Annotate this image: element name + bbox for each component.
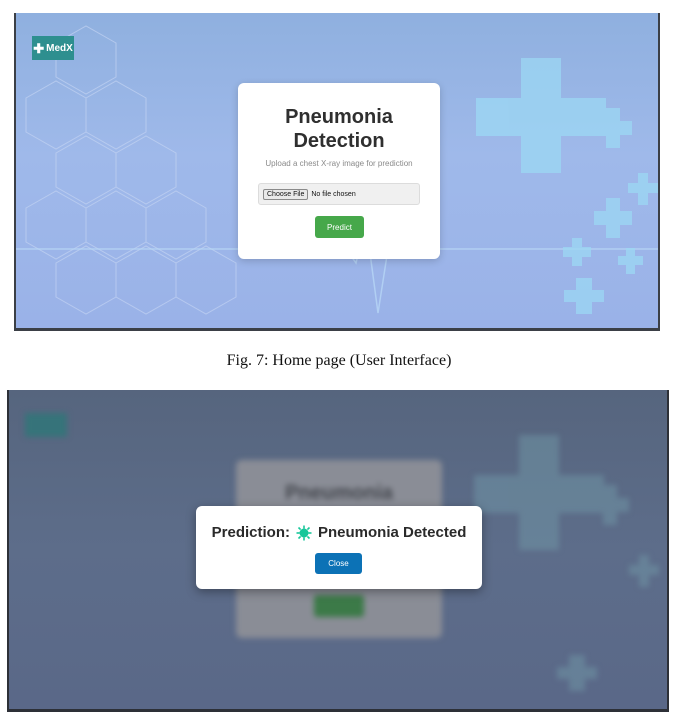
logo-text: MedX [46,42,73,54]
close-button[interactable]: Close [315,553,362,574]
predict-button-blurred [314,595,364,617]
virus-icon [296,525,312,540]
prediction-value: Pneumonia Detected [317,524,467,541]
figure-caption: Fig. 7: Home page (User Interface) [226,352,452,369]
medx-logo[interactable]: ✚ MedX [32,36,74,60]
file-input[interactable]: Choose File No file chosen [258,183,420,205]
medx-logo-blurred [25,413,67,437]
plus-icon: ✚ [33,40,45,56]
choose-file-button[interactable]: Choose File [263,188,309,200]
blurred-title: Pneumonia [285,482,393,504]
prediction-modal: Prediction: Pneumonia Detected Close [196,506,482,589]
upload-card: Pneumonia Detection Upload a chest X-ray… [238,83,440,259]
home-screenshot: ✚ MedX Pneumonia Detection Upload a ches… [14,13,660,331]
prediction-label: Prediction: [211,524,290,541]
file-status: No file chosen [311,190,356,198]
result-screenshot: Pneumonia Prediction: Pneumonia Detected… [7,390,669,712]
prediction-line: Prediction: Pneumonia Detected [196,524,482,541]
predict-button[interactable]: Predict [315,216,364,238]
page-subtitle: Upload a chest X-ray image for predictio… [265,159,413,168]
page-title: Pneumonia Detection [285,106,393,152]
